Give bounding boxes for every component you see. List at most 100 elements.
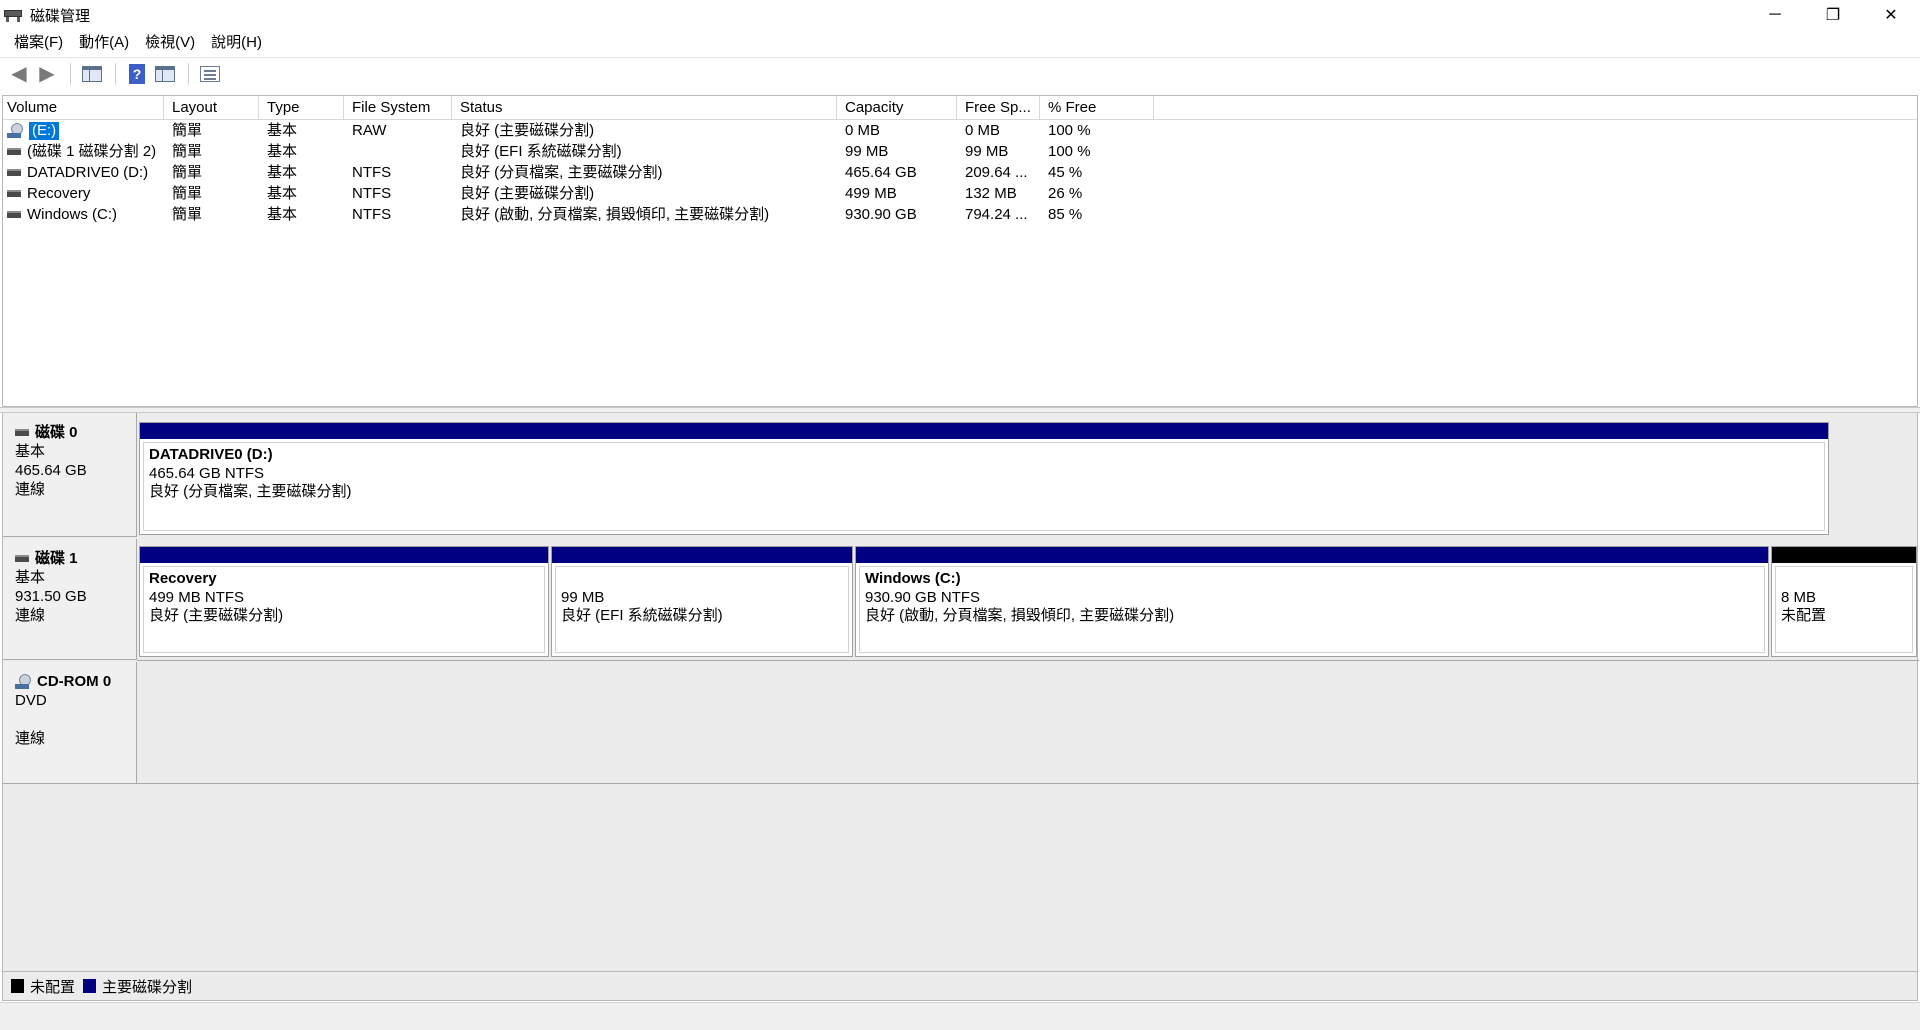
toolbar: ◀ ▶ ? [0,57,1920,89]
primary-partition-bar [856,547,1768,563]
help-button[interactable]: ? [124,61,150,87]
back-button[interactable]: ◀ [6,61,32,87]
table-row[interactable]: DATADRIVE0 (D:) 簡單 基本 NTFS 良好 (分頁檔案, 主要磁… [3,162,1917,183]
table-row[interactable]: (磁碟 1 磁碟分割 2) 簡單 基本 良好 (EFI 系統磁碟分割) 99 M… [3,141,1917,162]
cell-capacity: 930.90 GB [845,206,917,223]
cell-percent-free: 100 % [1048,122,1091,139]
partition-unallocated[interactable]: 8 MB 未配置 [1771,546,1917,657]
volume-name: (E:) [29,121,60,140]
cell-free-space: 794.24 ... [965,206,1028,223]
disk-graphical-view: 磁碟 0 基本 465.64 GB 連線 DATADRIVE0 (D:) 465… [2,413,1919,971]
drive-icon [7,148,21,155]
volume-name: DATADRIVE0 (D:) [27,164,149,181]
primary-partition-bar [552,547,852,563]
partition-size: 8 MB [1781,588,1817,606]
partition-title: Windows (C:) [865,570,961,587]
cd-rom-icon [15,673,33,690]
table-row[interactable]: (E:) 簡單 基本 RAW 良好 (主要磁碟分割) 0 MB 0 MB 100… [3,120,1917,141]
table-row[interactable]: Recovery 簡單 基本 NTFS 良好 (主要磁碟分割) 499 MB 1… [3,183,1917,204]
forward-arrow-icon: ▶ [39,62,55,85]
close-button[interactable]: ✕ [1862,0,1920,30]
cell-percent-free: 45 % [1048,164,1083,181]
show-hide-console-tree-button[interactable] [79,61,105,87]
disk-icon [15,555,29,562]
partition-efi[interactable]: 99 MB 良好 (EFI 系統磁碟分割) [551,546,853,657]
legend-item-primary-partition: 主要磁碟分割 [83,976,192,997]
disk-0-label[interactable]: 磁碟 0 基本 465.64 GB 連線 [3,413,137,537]
partition-size: 465.64 GB NTFS [149,464,265,482]
menu-file[interactable]: 檔案(F) [6,30,71,56]
drive-icon [7,169,21,176]
menu-view[interactable]: 檢視(V) [137,30,203,56]
cell-file-system: NTFS [352,185,392,202]
disk-name: CD-ROM 0 [37,673,112,690]
minimize-button[interactable]: ─ [1746,0,1804,30]
table-row[interactable]: Windows (C:) 簡單 基本 NTFS 良好 (啟動, 分頁檔案, 損毀… [3,204,1917,225]
volume-name: Windows (C:) [27,206,118,223]
help-icon: ? [129,63,145,84]
menu-help[interactable]: 說明(H) [203,30,270,56]
cell-capacity: 465.64 GB [845,164,917,181]
toolbar-separator [188,62,189,85]
volume-list-header: Volume Layout Type File System Status Ca… [3,96,1917,120]
partition-size: 499 MB NTFS [149,588,245,606]
column-header-volume[interactable]: Volume [3,96,164,120]
window-controls: ─ ❐ ✕ [1746,0,1920,30]
menu-bar: 檔案(F) 動作(A) 檢視(V) 說明(H) [0,30,1920,56]
cell-type: 基本 [267,122,298,139]
partition-status: 良好 (分頁檔案, 主要磁碟分割) [149,483,352,500]
disk-1-label[interactable]: 磁碟 1 基本 931.50 GB 連線 [3,539,137,660]
disk-management-app-icon [4,7,22,23]
column-header-capacity[interactable]: Capacity [837,96,957,120]
menu-action[interactable]: 動作(A) [71,30,137,56]
cell-status: 良好 (分頁檔案, 主要磁碟分割) [460,164,663,181]
cell-free-space: 99 MB [965,143,1009,160]
partition-title: DATADRIVE0 (D:) [149,446,273,463]
column-header-layout[interactable]: Layout [164,96,259,120]
column-header-file-system[interactable]: File System [344,96,452,120]
legend-swatch [11,979,24,993]
cell-capacity: 499 MB [845,185,897,202]
back-arrow-icon: ◀ [11,62,27,85]
column-header-status[interactable]: Status [452,96,837,120]
cell-percent-free: 100 % [1048,143,1091,160]
forward-button[interactable]: ▶ [34,61,60,87]
legend-label: 未配置 [30,978,76,996]
partition-windows-c[interactable]: Windows (C:) 930.90 GB NTFS 良好 (啟動, 分頁檔案… [855,546,1769,657]
disk-type: DVD [15,692,47,709]
title-bar: 磁碟管理 ─ ❐ ✕ [0,0,1920,30]
unallocated-bar [1772,547,1916,563]
cell-file-system: RAW [352,122,387,139]
drive-icon [7,211,21,218]
partition-title: Recovery [149,570,217,587]
disk-size: 931.50 GB [15,588,87,605]
column-header-percent-free[interactable]: % Free [1040,96,1154,120]
partition-datadrive0[interactable]: DATADRIVE0 (D:) 465.64 GB NTFS 良好 (分頁檔案,… [139,422,1829,535]
partition-size: 930.90 GB NTFS [865,588,981,606]
disk-name: 磁碟 1 [35,550,78,567]
show-hide-action-pane-button[interactable] [152,61,178,87]
partition-recovery[interactable]: Recovery 499 MB NTFS 良好 (主要磁碟分割) [139,546,549,657]
toolbar-separator [70,62,71,85]
properties-list-icon [200,65,220,82]
properties-button[interactable] [197,61,223,87]
partition-status: 未配置 [1781,607,1827,624]
cdrom-0-label[interactable]: CD-ROM 0 DVD 連線 [3,662,137,784]
cell-free-space: 209.64 ... [965,164,1028,181]
restore-button[interactable]: ❐ [1804,0,1862,30]
cell-capacity: 0 MB [845,122,881,139]
divider [137,783,1919,784]
divider [137,660,1919,661]
column-header-free-space[interactable]: Free Sp... [957,96,1040,120]
column-header-type[interactable]: Type [259,96,344,120]
drive-icon [7,190,21,197]
status-bar [0,1002,1920,1030]
cell-free-space: 132 MB [965,185,1017,202]
disk-state: 連線 [15,730,46,747]
disk-type: 基本 [15,443,46,460]
toolbar-separator [115,62,116,85]
legend-item-unallocated: 未配置 [11,976,75,997]
disk-state: 連線 [15,607,46,624]
cell-type: 基本 [267,206,298,223]
cell-capacity: 99 MB [845,143,889,160]
